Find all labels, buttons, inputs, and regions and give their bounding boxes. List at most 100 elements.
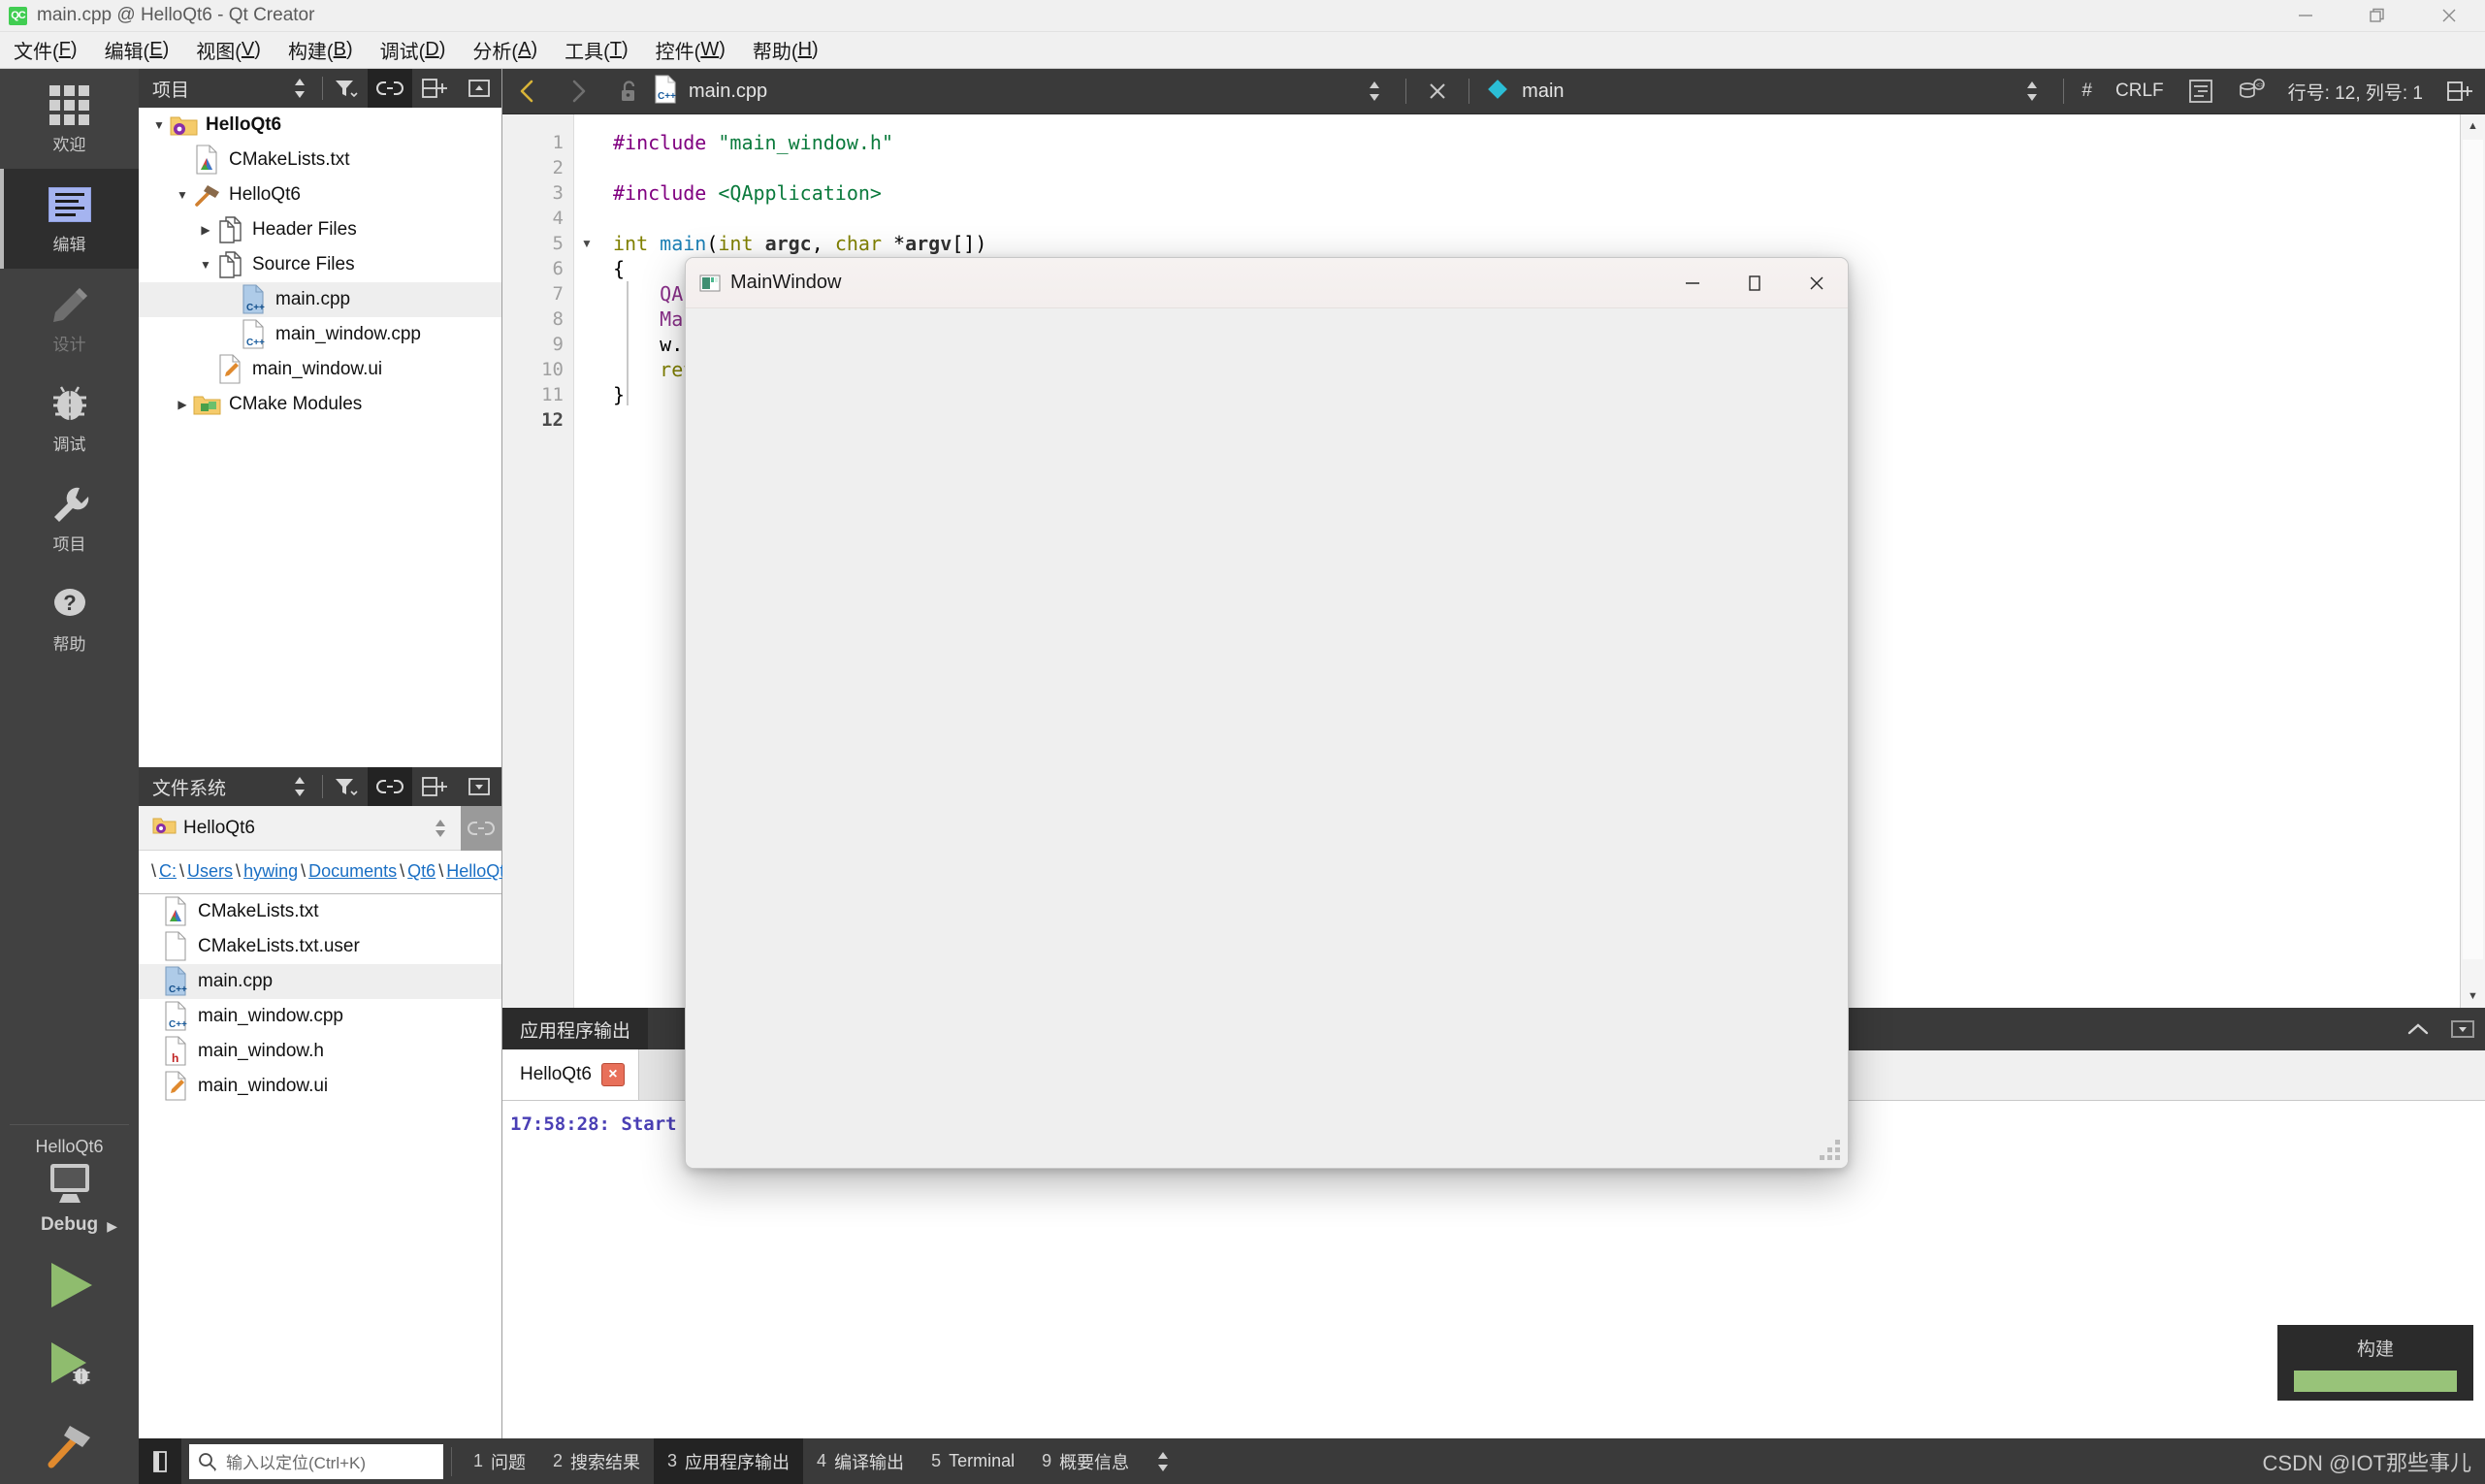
filesystem-file-list[interactable]: CMakeLists.txt CMakeLists.txt.user C++ main…: [139, 894, 501, 1438]
output-pane-button-4[interactable]: 4 编译输出: [803, 1438, 918, 1484]
link-icon[interactable]: [368, 767, 412, 806]
window-close-button[interactable]: [2413, 0, 2485, 32]
editor-indent-button[interactable]: [2176, 69, 2226, 114]
output-tab-close-button[interactable]: ×: [600, 1063, 625, 1086]
mainwindow-client-area[interactable]: [686, 308, 1848, 1168]
filesystem-link-icon[interactable]: [461, 805, 501, 851]
tree-item-main-cpp[interactable]: C++ main.cpp: [139, 282, 501, 317]
output-collapse-button[interactable]: [2396, 1008, 2440, 1050]
fold-toggle-icon[interactable]: ▼: [574, 231, 599, 256]
editor-file-updown[interactable]: [1349, 69, 1400, 114]
build-button[interactable]: [0, 1404, 139, 1484]
editor-vertical-scrollbar[interactable]: ▲ ▼: [2460, 114, 2485, 1008]
file-item-cmakelists-txt[interactable]: CMakeLists.txt: [139, 894, 501, 929]
mode-button-调试[interactable]: 调试: [0, 369, 139, 468]
breadcrumb-item-4[interactable]: Documents: [308, 861, 397, 881]
editor-symbol-updown[interactable]: [2007, 69, 2057, 114]
editor-file-selector[interactable]: C++ main.cpp: [654, 74, 767, 109]
mode-button-编辑[interactable]: 编辑: [0, 169, 139, 269]
chevron-down-icon[interactable]: ▼: [172, 188, 193, 202]
menu-item-7[interactable]: 工具(T): [551, 32, 642, 69]
code-line[interactable]: #include "main_window.h": [613, 130, 2485, 155]
mainwindow-minimize-button[interactable]: [1662, 258, 1724, 308]
file-item-main-window-ui[interactable]: main_window.ui: [139, 1069, 501, 1104]
editor-close-button[interactable]: [1412, 69, 1463, 114]
mode-button-项目[interactable]: 项目: [0, 468, 139, 568]
locator-search-input[interactable]: 输入以定位(Ctrl+K): [189, 1443, 443, 1479]
debug-button[interactable]: [0, 1325, 139, 1404]
tree-item-helloqt6[interactable]: ▼ HelloQt6: [139, 177, 501, 212]
lock-toggle-button[interactable]: [603, 69, 654, 114]
menu-item-9[interactable]: 帮助(H): [739, 32, 832, 69]
link-icon[interactable]: [368, 69, 412, 108]
split-add-icon[interactable]: [412, 767, 457, 806]
code-line[interactable]: int main(int argc, char *argv[]): [613, 231, 2485, 256]
tree-item-header-files[interactable]: ▶ Header Files: [139, 212, 501, 247]
navigate-back-button[interactable]: [502, 69, 553, 114]
scrollbar-thumb[interactable]: [2463, 140, 2483, 959]
collapse-icon[interactable]: [457, 69, 501, 108]
expand-icon[interactable]: [457, 767, 501, 806]
resize-grip-icon[interactable]: [1820, 1140, 1840, 1160]
tree-item-source-files[interactable]: ▼ Source Files: [139, 247, 501, 282]
split-add-icon[interactable]: [412, 69, 457, 108]
menu-item-1[interactable]: 文件(F): [0, 32, 91, 69]
breadcrumb-item-2[interactable]: Users: [187, 861, 233, 881]
sidebar-toggle-button[interactable]: [139, 1438, 181, 1484]
tree-item-helloqt6[interactable]: ▼ HelloQt6: [139, 108, 501, 143]
editor-hash-button[interactable]: #: [2070, 81, 2104, 102]
kit-selector[interactable]: HelloQt6 Debug ▶: [0, 1125, 139, 1245]
menu-item-5[interactable]: 调试(D): [367, 32, 460, 69]
mode-button-帮助[interactable]: ? 帮助: [0, 568, 139, 668]
chevron-down-icon[interactable]: ▼: [195, 258, 216, 272]
mainwindow-close-button[interactable]: [1786, 258, 1848, 308]
output-pane-button-1[interactable]: 1 问题: [460, 1438, 539, 1484]
code-line[interactable]: [613, 155, 2485, 180]
mainwindow-title-bar[interactable]: MainWindow: [686, 258, 1848, 308]
mainwindow-maximize-button[interactable]: [1724, 258, 1786, 308]
editor-line-ending-button[interactable]: CRLF: [2104, 81, 2176, 102]
tree-item-cmake-modules[interactable]: ▶ CMake Modules: [139, 387, 501, 422]
output-pane-updown[interactable]: [1143, 1449, 1183, 1474]
output-pane-button-9[interactable]: 9 概要信息: [1028, 1438, 1143, 1484]
window-minimize-button[interactable]: [2270, 0, 2341, 32]
scroll-down-arrow-icon[interactable]: ▼: [2461, 984, 2485, 1008]
chevron-right-icon[interactable]: ▶: [172, 398, 193, 411]
menu-item-2[interactable]: 编辑(E): [91, 32, 183, 69]
output-pane-button-2[interactable]: 2 搜索结果: [539, 1438, 654, 1484]
output-menu-button[interactable]: [2440, 1008, 2485, 1050]
menu-item-8[interactable]: 控件(W): [642, 32, 739, 69]
file-item-main-window-cpp[interactable]: C++ main_window.cpp: [139, 999, 501, 1034]
chevron-down-icon[interactable]: ▼: [148, 118, 170, 132]
mode-button-欢迎[interactable]: 欢迎: [0, 69, 139, 169]
editor-split-button[interactable]: [2435, 69, 2485, 114]
menu-item-6[interactable]: 分析(A): [459, 32, 551, 69]
file-item-main-cpp[interactable]: C++ main.cpp: [139, 964, 501, 999]
output-tab-helloqt6[interactable]: HelloQt6 ×: [502, 1049, 639, 1100]
editor-symbol-selector[interactable]: main: [1475, 77, 1565, 107]
editor-encoding-button[interactable]: <>: [2226, 69, 2276, 114]
project-tree[interactable]: ▼ HelloQt6 CMakeLists.txt ▼ HelloQt6 ▶ Header …: [139, 108, 501, 767]
code-line[interactable]: [613, 206, 2485, 231]
menu-item-3[interactable]: 视图(V): [182, 32, 274, 69]
breadcrumb-item-5[interactable]: Qt6: [407, 861, 436, 881]
tree-item-main-window-cpp[interactable]: C++ main_window.cpp: [139, 317, 501, 352]
run-button[interactable]: [0, 1245, 139, 1325]
output-pane-button-3[interactable]: 3 应用程序输出: [654, 1438, 804, 1484]
filesystem-root-bar[interactable]: HelloQt6: [139, 805, 501, 851]
sort-icon[interactable]: [277, 69, 322, 108]
chevron-right-icon[interactable]: ▶: [195, 223, 216, 237]
mainwindow-dialog[interactable]: MainWindow: [685, 257, 1849, 1169]
filter-icon[interactable]: [323, 69, 368, 108]
window-restore-button[interactable]: [2341, 0, 2413, 32]
filter-icon[interactable]: [323, 767, 368, 806]
navigate-forward-button[interactable]: [553, 69, 603, 114]
mode-button-设计[interactable]: 设计: [0, 269, 139, 369]
fold-column[interactable]: ▼: [574, 114, 599, 1008]
sort-icon[interactable]: [277, 767, 322, 806]
file-item-main-window-h[interactable]: h main_window.h: [139, 1034, 501, 1069]
breadcrumb[interactable]: \C:\Users\hywing\Documents\Qt6\HelloQt6\…: [139, 851, 603, 894]
filesystem-root-updown[interactable]: [420, 806, 461, 851]
tree-item-main-window-ui[interactable]: main_window.ui: [139, 352, 501, 387]
menu-item-4[interactable]: 构建(B): [274, 32, 367, 69]
